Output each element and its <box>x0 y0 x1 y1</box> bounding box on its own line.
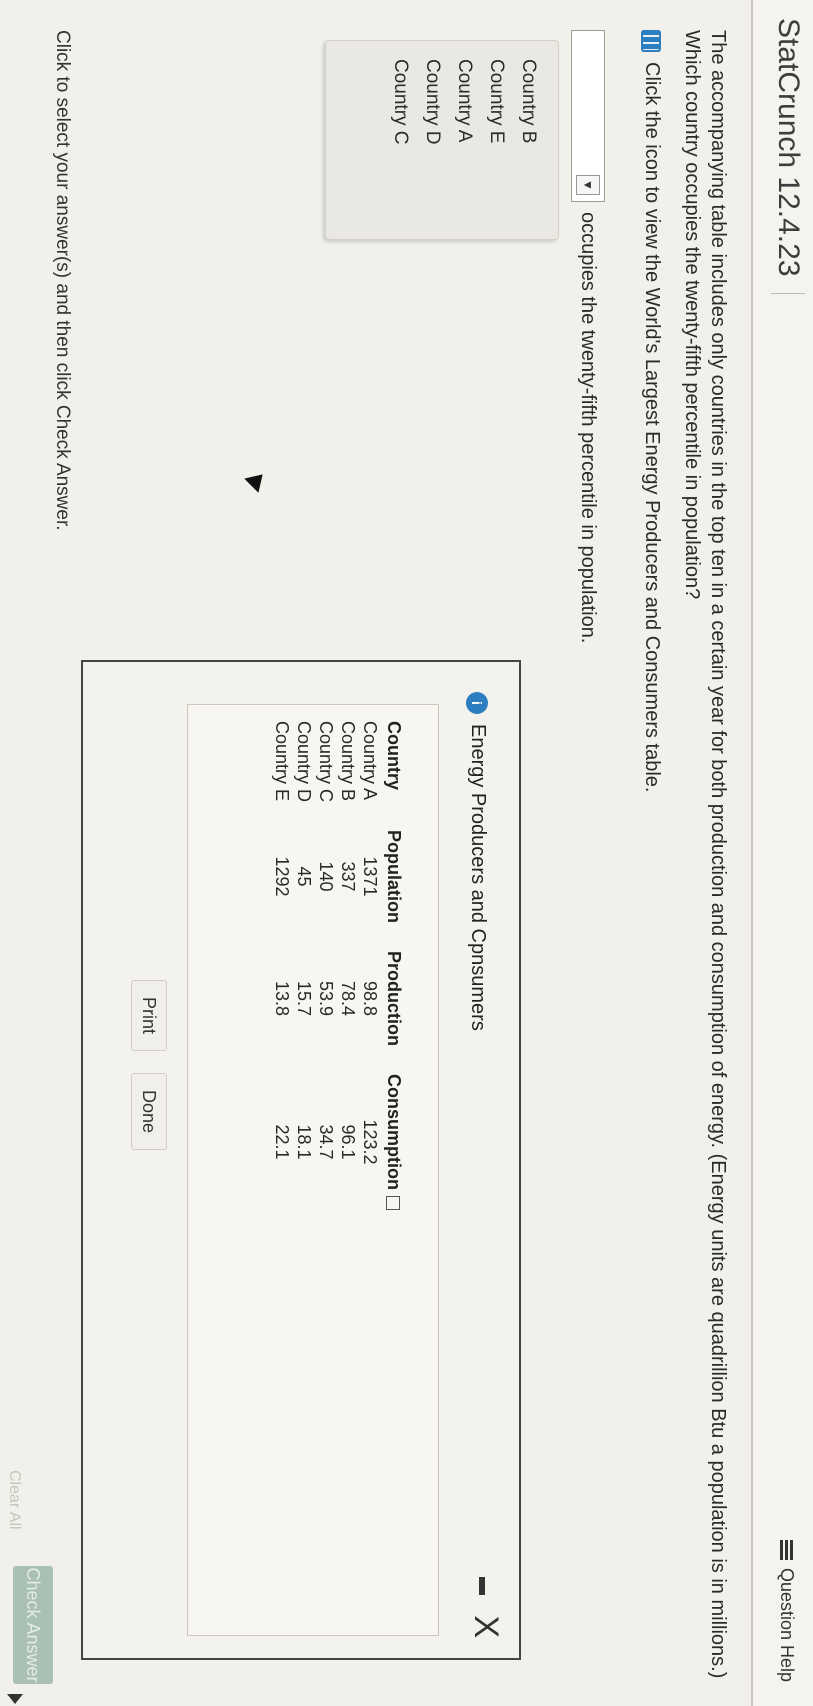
table-row: Country B 337 78.4 96.1 <box>337 721 359 1238</box>
cell-population: 337 <box>338 861 359 892</box>
cell-population: 1371 <box>360 856 381 897</box>
question-help-label: Question Help <box>777 1568 797 1683</box>
cell-country: Country C <box>316 721 337 803</box>
cell-production: 13.8 <box>272 981 293 1017</box>
cell-country: Country E <box>272 721 293 802</box>
energy-table-box: Country Population Production Consumptio… <box>187 704 439 1636</box>
header-consumption-label: Consumption <box>384 1074 404 1191</box>
clear-all-button[interactable]: Clear All <box>5 1470 23 1530</box>
cell-country: Country B <box>338 721 359 802</box>
table-row: Country D 45 15.7 18.1 <box>293 721 315 1238</box>
option-country-e[interactable]: Country E <box>480 41 512 239</box>
cell-population: 140 <box>316 861 337 892</box>
print-button[interactable]: Print <box>131 980 167 1052</box>
table-row: Country E 1292 13.8 22.1 <box>271 721 293 1238</box>
check-answer-button[interactable]: Check Answer <box>13 1566 53 1684</box>
option-country-c[interactable]: Country C <box>384 41 416 239</box>
question-text: The accompanying table includes only cou… <box>681 30 729 1679</box>
energy-table-popup: i Energy Producers and Cpnsumers X Count… <box>81 660 521 1660</box>
popup-buttons: Print Done <box>131 980 167 1151</box>
info-icon: i <box>466 692 489 714</box>
app-title: StatCrunch 12.4.23 <box>771 18 805 294</box>
chevron-down-icon[interactable]: ▼ <box>576 175 600 195</box>
header-country: Country <box>384 721 404 790</box>
table-row: Country C 140 53.9 34.7 <box>315 721 337 1238</box>
cell-country: Country D <box>294 721 315 803</box>
scroll-right-icon[interactable] <box>7 1694 23 1704</box>
table-header-row: Country Population Production Consumptio… <box>381 721 404 1238</box>
cell-consumption: 96.1 <box>338 1124 359 1160</box>
cell-production: 15.7 <box>294 981 315 1017</box>
answer-dropdown[interactable]: ▼ <box>571 30 605 202</box>
cell-production: 98.8 <box>360 981 381 1017</box>
cell-consumption: 34.7 <box>316 1124 337 1160</box>
header-bar: StatCrunch 12.4.23 Question Help <box>751 0 813 1706</box>
statcrunch-screen: StatCrunch 12.4.23 Question Help The acc… <box>0 0 813 1706</box>
cell-population: 1292 <box>272 856 293 897</box>
popup-title-row: i Energy Producers and Cpnsumers <box>466 692 489 1031</box>
copy-icon[interactable] <box>386 1196 400 1211</box>
popup-controls: X <box>467 1577 505 1638</box>
done-button[interactable]: Done <box>131 1073 167 1151</box>
header-population: Population <box>384 830 404 924</box>
question-help-button[interactable]: Question Help <box>776 1540 797 1682</box>
table-icon[interactable] <box>641 30 662 52</box>
option-country-d[interactable]: Country D <box>416 41 448 239</box>
list-icon <box>779 1540 795 1560</box>
energy-table: Country Population Production Consumptio… <box>271 721 404 1238</box>
minimize-icon[interactable] <box>479 1577 485 1596</box>
answer-row: ▼ occupies the twenty-fifth percentile i… <box>571 30 605 643</box>
footer-instruction: Click to select your answer(s) and then … <box>52 30 73 531</box>
cell-production: 53.9 <box>316 981 337 1017</box>
cell-population: 45 <box>294 866 315 887</box>
popup-title: Energy Producers and Cpnsumers <box>467 724 489 1031</box>
header-consumption: Consumption <box>381 1074 404 1238</box>
mouse-cursor-icon <box>244 467 270 493</box>
cell-country: Country A <box>360 721 381 801</box>
option-country-a[interactable]: Country A <box>448 41 480 239</box>
table-row: Country A 1371 98.8 123.2 <box>359 721 381 1238</box>
dropdown-options: Country B Country E Country A Country D … <box>325 40 559 240</box>
answer-suffix-text: occupies the twenty-fifth percentile in … <box>577 212 600 644</box>
instruction-row: Click the icon to view the World's Large… <box>640 30 663 792</box>
cell-consumption: 22.1 <box>272 1124 293 1160</box>
close-icon[interactable]: X <box>467 1615 505 1638</box>
header-production: Production <box>384 951 404 1047</box>
cell-production: 78.4 <box>338 981 359 1017</box>
option-country-b[interactable]: Country B <box>512 41 544 239</box>
cell-consumption: 18.1 <box>294 1124 315 1160</box>
cell-consumption: 123.2 <box>360 1119 381 1165</box>
instruction-text: Click the icon to view the World's Large… <box>641 62 663 793</box>
